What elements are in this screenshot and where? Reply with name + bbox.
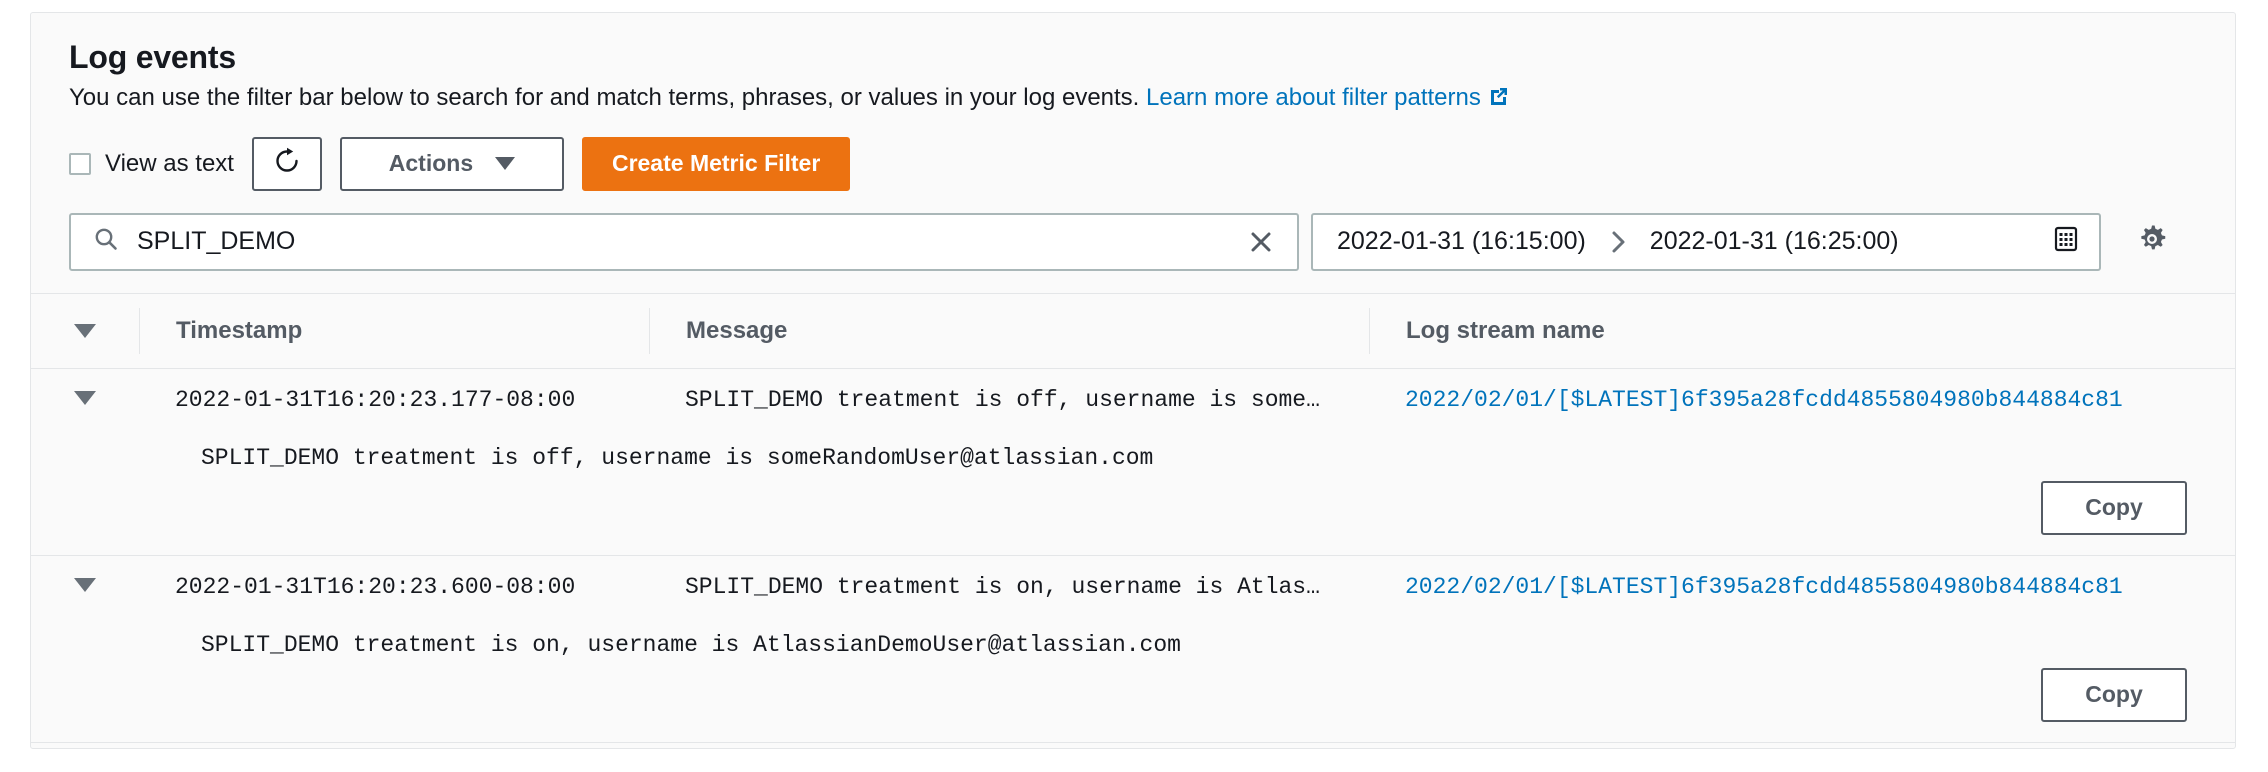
description-text: You can use the filter bar below to sear… — [69, 83, 1147, 111]
message-full: SPLIT_DEMO treatment is on, username is … — [201, 631, 1181, 658]
copy-button[interactable]: Copy — [2041, 667, 2187, 722]
actions-button[interactable]: Actions — [339, 136, 564, 191]
cell-log-stream-name: 2022/02/01/[$LATEST]6f395a28fcdd48558049… — [1369, 387, 2235, 413]
table-header-row: Timestamp Message Log stream name — [31, 293, 2235, 369]
view-as-text-toggle[interactable]: View as text — [69, 150, 234, 178]
date-range-start[interactable]: 2022-01-31 (16:15:00) — [1337, 227, 1586, 256]
chevron-down-icon — [495, 157, 516, 171]
log-stream-link[interactable]: 2022/02/01/[$LATEST]6f395a28fcdd48558049… — [1405, 574, 2123, 600]
log-events-table: Timestamp Message Log stream name 2022-0… — [31, 292, 2235, 743]
message-full: SPLIT_DEMO treatment is off, username is… — [201, 444, 1154, 471]
cell-message: SPLIT_DEMO treatment is on, username is … — [649, 574, 1369, 600]
view-as-text-checkbox[interactable] — [69, 152, 91, 175]
actions-label: Actions — [388, 150, 474, 177]
column-header-timestamp-label: Timestamp — [176, 316, 303, 344]
panel-description: You can use the filter bar below to sear… — [69, 82, 2197, 115]
refresh-button[interactable] — [251, 136, 322, 191]
search-input[interactable]: SPLIT_DEMO — [69, 212, 1299, 271]
chevron-down-icon — [74, 577, 96, 592]
column-header-timestamp[interactable]: Timestamp — [139, 307, 649, 354]
row-actions: Copy — [31, 658, 2235, 742]
log-events-panel: Log events You can use the filter bar be… — [30, 12, 2236, 749]
gear-icon — [2135, 222, 2169, 261]
panel-header: Log events You can use the filter bar be… — [31, 13, 2235, 115]
date-range-end[interactable]: 2022-01-31 (16:25:00) — [1650, 227, 1899, 256]
calendar-icon[interactable] — [2053, 225, 2079, 258]
timestamp-value: 2022-01-31T16:20:23.600-08:00 — [175, 573, 576, 600]
table-row: 2022-01-31T16:20:23.177-08:00 SPLIT_DEMO… — [31, 369, 2235, 556]
cell-timestamp: 2022-01-31T16:20:23.600-08:00 — [139, 574, 649, 600]
chevron-right-icon — [1608, 229, 1628, 255]
row-expand-toggle[interactable] — [31, 387, 139, 405]
external-link-icon[interactable] — [1487, 84, 1509, 115]
timestamp-value: 2022-01-31T16:20:23.177-08:00 — [175, 386, 576, 413]
expand-all-toggle[interactable] — [31, 323, 139, 338]
table-row-main: 2022-01-31T16:20:23.177-08:00 SPLIT_DEMO… — [31, 369, 2235, 431]
copy-button[interactable]: Copy — [2041, 480, 2187, 535]
search-value[interactable]: SPLIT_DEMO — [137, 227, 1243, 256]
clear-search-button[interactable] — [1243, 228, 1279, 256]
row-expanded-detail: SPLIT_DEMO treatment is off, username is… — [31, 431, 2235, 471]
page-title: Log events — [69, 39, 236, 75]
chevron-down-icon — [74, 323, 96, 338]
learn-more-link[interactable]: Learn more about filter patterns — [1146, 84, 1481, 111]
view-as-text-label: View as text — [105, 149, 234, 177]
cell-timestamp: 2022-01-31T16:20:23.177-08:00 — [139, 387, 649, 413]
message-truncated: SPLIT_DEMO treatment is off, username is… — [685, 386, 1320, 413]
create-metric-filter-button[interactable]: Create Metric Filter — [581, 136, 851, 191]
table-row-main: 2022-01-31T16:20:23.600-08:00 SPLIT_DEMO… — [31, 556, 2235, 618]
table-row: 2022-01-31T16:20:23.600-08:00 SPLIT_DEMO… — [31, 556, 2235, 743]
column-header-message-label: Message — [686, 316, 788, 344]
search-icon — [93, 226, 119, 257]
date-range-picker[interactable]: 2022-01-31 (16:15:00) 2022-01-31 (16:25:… — [1311, 212, 2101, 271]
chevron-down-icon — [74, 390, 96, 405]
column-header-log-stream-name-label: Log stream name — [1406, 316, 1605, 344]
message-truncated: SPLIT_DEMO treatment is on, username is … — [685, 573, 1320, 600]
filter-row: SPLIT_DEMO 2022-01-31 (16:15:00) 2022-01… — [31, 191, 2235, 271]
log-stream-link[interactable]: 2022/02/01/[$LATEST]6f395a28fcdd48558049… — [1405, 387, 2123, 413]
row-expanded-detail: SPLIT_DEMO treatment is on, username is … — [31, 618, 2235, 658]
settings-button[interactable] — [2135, 222, 2169, 261]
cell-message: SPLIT_DEMO treatment is off, username is… — [649, 387, 1369, 413]
row-expand-toggle[interactable] — [31, 574, 139, 592]
row-actions: Copy — [31, 471, 2235, 555]
toolbar: View as text Actions Create Metric Filte… — [31, 115, 2235, 191]
refresh-icon — [272, 146, 302, 182]
cell-log-stream-name: 2022/02/01/[$LATEST]6f395a28fcdd48558049… — [1369, 574, 2235, 600]
column-header-log-stream-name[interactable]: Log stream name — [1369, 307, 2235, 354]
column-header-message[interactable]: Message — [649, 307, 1369, 354]
